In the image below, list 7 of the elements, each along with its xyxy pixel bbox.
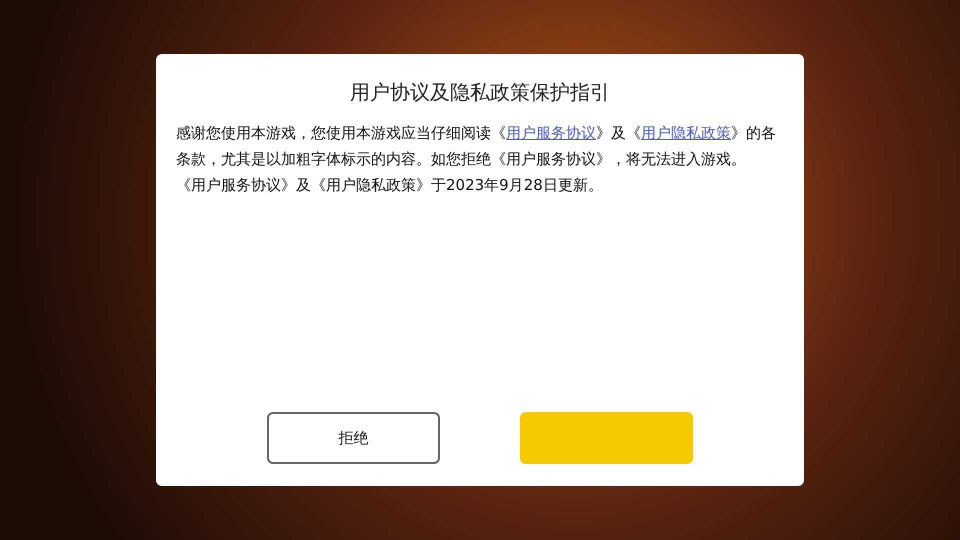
- dialog-title: 用户协议及隐私政策保护指引: [349, 79, 611, 106]
- agreement-link[interactable]: 用户服务协议: [506, 124, 596, 142]
- body-paragraph: 感谢您使用本游戏，您使用本游戏应当仔细阅读《用户服务协议》及《用户隐私政策》的各条款，尤其是以加粗字体标示的内容。如您拒绝《用户服务协议》，将无法进入游戏。: [176, 123, 777, 170]
- accept-button[interactable]: [520, 412, 693, 464]
- agreement-link[interactable]: 用户隐私政策: [641, 124, 731, 142]
- decline-button[interactable]: 拒绝: [267, 412, 440, 464]
- body-paragraph: 《用户服务协议》及《用户隐私政策》于2023年9月28日更新。: [176, 175, 604, 196]
